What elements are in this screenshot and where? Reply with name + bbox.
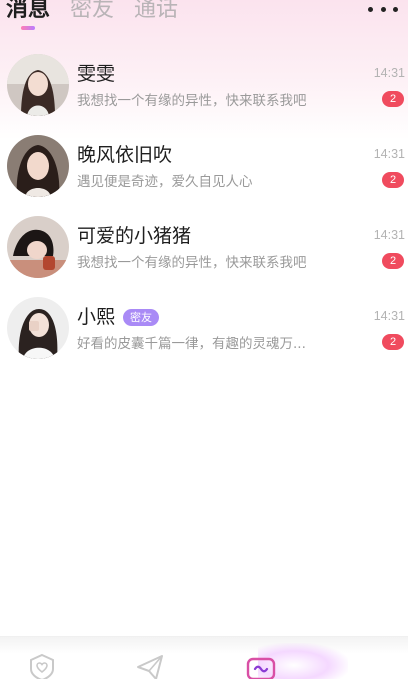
- conversation-list: 雯雯 我想找一个有缘的异性，快来联系我吧 14:31 2 晚风依旧吹 遇见便是奇…: [0, 52, 408, 376]
- tab-bar: 消息 密友 通话: [6, 0, 198, 30]
- active-tab-indicator: [21, 26, 35, 30]
- contact-name: 晚风依旧吹: [77, 144, 173, 166]
- message-preview: 我想找一个有缘的异性，快来联系我吧: [77, 255, 307, 271]
- tab-calls[interactable]: 通话: [134, 0, 178, 26]
- conversation-item[interactable]: 小熙 密友 好看的皮囊千篇一律，有趣的灵魂万... 14:31 2: [0, 295, 408, 376]
- unread-badge: 2: [382, 253, 404, 269]
- avatar[interactable]: [7, 135, 69, 197]
- avatar[interactable]: [7, 216, 69, 278]
- message-time: 14:31: [373, 147, 405, 161]
- tab-label: 密友: [70, 0, 115, 22]
- heart-shield-icon[interactable]: [28, 653, 56, 679]
- avatar[interactable]: [7, 54, 69, 116]
- contact-name: 可爱的小猪猪: [77, 225, 192, 247]
- name-row: 雯雯: [77, 62, 115, 86]
- header: 消息 密友 通话: [0, 0, 408, 34]
- tab-label: 通话: [134, 0, 179, 22]
- message-preview: 我想找一个有缘的异性，快来联系我吧: [77, 93, 307, 109]
- close-friend-tag: 密友: [123, 308, 160, 326]
- unread-badge: 2: [382, 172, 404, 188]
- message-icon[interactable]: [246, 657, 276, 679]
- name-row: 晚风依旧吹: [77, 143, 172, 167]
- message-preview: 遇见便是奇迹，爱久自见人心: [77, 174, 253, 190]
- conversation-item[interactable]: 晚风依旧吹 遇见便是奇迹，爱久自见人心 14:31 2: [0, 133, 408, 214]
- message-time: 14:31: [373, 66, 405, 80]
- bottom-nav: [0, 636, 408, 679]
- conversation-item[interactable]: 可爱的小猪猪 我想找一个有缘的异性，快来联系我吧 14:31 2: [0, 214, 408, 295]
- contact-name: 小熙: [77, 306, 116, 328]
- tab-messages[interactable]: 消息: [6, 0, 51, 30]
- conversation-item[interactable]: 雯雯 我想找一个有缘的异性，快来联系我吧 14:31 2: [0, 52, 408, 133]
- name-row: 小熙 密友: [77, 305, 160, 329]
- message-time: 14:31: [373, 228, 405, 242]
- more-dots-icon[interactable]: [368, 2, 398, 16]
- tab-label: 消息: [6, 0, 51, 22]
- contact-name: 雯雯: [77, 63, 116, 85]
- avatar[interactable]: [7, 297, 69, 359]
- unread-badge: 2: [382, 334, 404, 350]
- unread-badge: 2: [382, 91, 404, 107]
- message-time: 14:31: [373, 309, 405, 323]
- tab-close-friends[interactable]: 密友: [70, 0, 114, 26]
- paper-plane-icon[interactable]: [135, 653, 165, 679]
- message-preview: 好看的皮囊千篇一律，有趣的灵魂万...: [77, 336, 306, 352]
- name-row: 可爱的小猪猪: [77, 224, 191, 248]
